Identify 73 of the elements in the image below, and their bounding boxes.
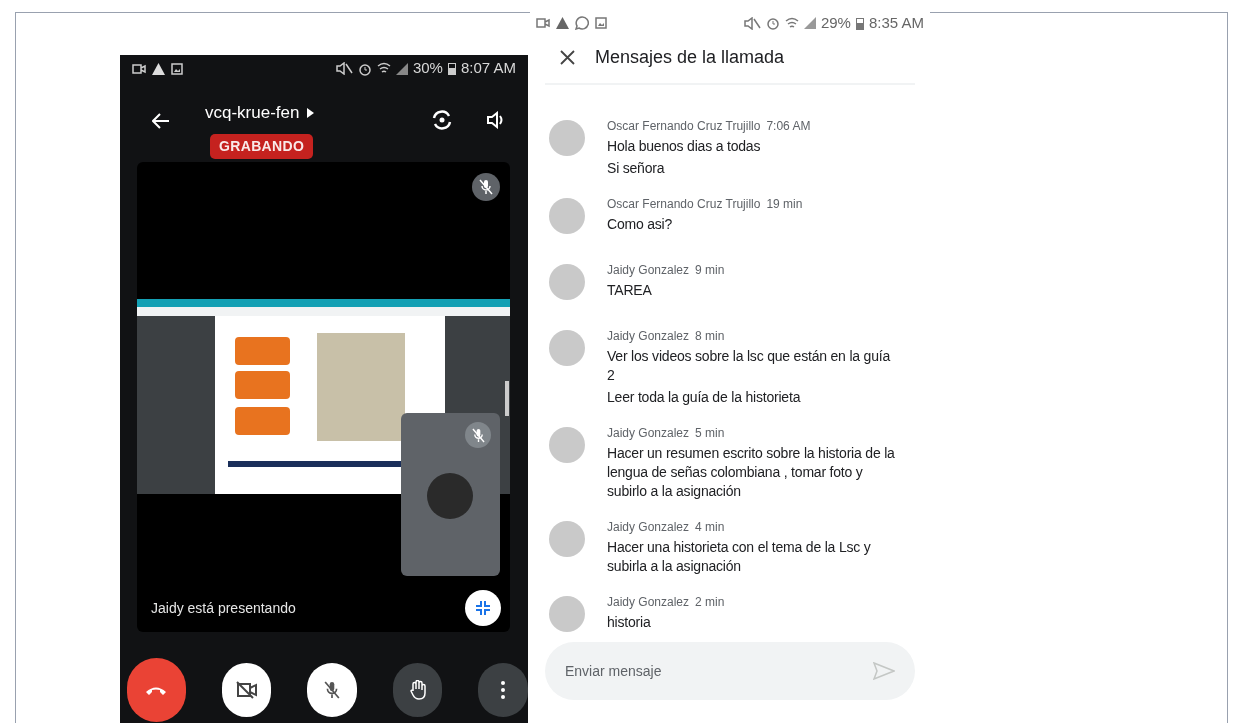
panel-title: Mensajes de la llamada bbox=[595, 46, 785, 70]
camera-off-button[interactable] bbox=[221, 663, 272, 717]
mute-icon bbox=[742, 16, 761, 30]
more-options-icon bbox=[501, 681, 506, 699]
message-input[interactable]: Enviar mensaje bbox=[545, 642, 915, 700]
battery-icon bbox=[447, 62, 456, 75]
sender-name: Jaidy Gonzalez bbox=[607, 519, 690, 535]
warning-icon bbox=[152, 62, 165, 75]
clock-time: 8:07 AM bbox=[460, 58, 516, 79]
signal-icon bbox=[803, 17, 816, 30]
mic-off-icon bbox=[465, 422, 491, 448]
avatar bbox=[549, 330, 585, 366]
avatar bbox=[549, 198, 585, 234]
sender-name: Jaidy Gonzalez bbox=[607, 425, 690, 441]
message-time: 19 min bbox=[766, 196, 803, 212]
switch-camera-button[interactable] bbox=[430, 108, 454, 132]
hand-icon bbox=[408, 680, 427, 700]
clock-time: 8:35 AM bbox=[868, 13, 924, 33]
presenter-caption: Jaidy está presentando bbox=[151, 599, 296, 618]
video-camera-icon bbox=[536, 18, 550, 29]
battery-icon bbox=[855, 16, 864, 30]
alarm-icon bbox=[765, 16, 780, 31]
message-text: Leer toda la guía de la historieta bbox=[607, 388, 802, 407]
message-text: historia bbox=[607, 613, 652, 632]
avatar bbox=[549, 521, 585, 557]
signal-icon bbox=[395, 62, 408, 75]
minimize-button[interactable] bbox=[465, 590, 501, 626]
sender-name: Jaidy Gonzalez bbox=[607, 328, 690, 344]
video-camera-icon bbox=[132, 63, 146, 74]
caret-icon bbox=[307, 107, 315, 118]
recording-badge: GRABANDO bbox=[210, 133, 314, 159]
phone-icon bbox=[145, 685, 168, 695]
picture-icon bbox=[171, 62, 183, 75]
mic-off-icon bbox=[324, 680, 341, 700]
avatar bbox=[549, 427, 585, 463]
chat-bubble-icon bbox=[575, 16, 589, 31]
avatar bbox=[549, 264, 585, 300]
wifi-icon bbox=[784, 16, 799, 30]
mic-off-icon bbox=[472, 173, 500, 201]
avatar bbox=[549, 120, 585, 156]
message-text: Hacer un resumen escrito sobre la historia de la lengua de señas colombiana , tomar foto y subirlo a la asignación bbox=[607, 444, 896, 501]
sender-name: Oscar Fernando Cruz Trujillo bbox=[607, 118, 761, 134]
message-text: Si señora bbox=[607, 159, 666, 178]
raise-hand-button[interactable] bbox=[392, 663, 443, 717]
mute-icon bbox=[334, 62, 353, 75]
battery-percentage: 30% bbox=[412, 58, 443, 79]
message-time: 5 min bbox=[695, 425, 725, 441]
message-time: 8 min bbox=[695, 328, 725, 344]
battery-percentage: 29% bbox=[820, 13, 851, 33]
mic-off-button[interactable] bbox=[307, 663, 357, 717]
sender-name: Jaidy Gonzalez bbox=[607, 594, 690, 610]
message-time: 7:06 AM bbox=[766, 118, 811, 134]
sender-name: Jaidy Gonzalez bbox=[607, 262, 690, 278]
message-time: 2 min bbox=[695, 594, 725, 610]
meeting-code-button[interactable]: vcq-krue-fen bbox=[205, 100, 315, 126]
avatar bbox=[427, 473, 473, 519]
message-text: Hacer una historieta con el tema de la Lsc y subirla a la asignación bbox=[607, 538, 872, 576]
warning-icon bbox=[556, 17, 569, 30]
close-button[interactable] bbox=[559, 49, 575, 66]
picture-icon bbox=[595, 17, 607, 30]
alarm-icon bbox=[357, 61, 372, 76]
message-text: Ver los videos sobre la lsc que están en la guía 2 bbox=[607, 347, 892, 385]
wifi-icon bbox=[376, 62, 391, 75]
camera-off-icon bbox=[235, 681, 258, 699]
message-text: TAREA bbox=[607, 281, 653, 300]
message-text: Como asi? bbox=[607, 215, 674, 234]
minimize-icon bbox=[475, 600, 491, 616]
message-text: Hola buenos dias a todas bbox=[607, 137, 762, 156]
sender-name: Oscar Fernando Cruz Trujillo bbox=[607, 196, 761, 212]
end-call-button[interactable] bbox=[127, 658, 186, 722]
avatar bbox=[549, 596, 585, 632]
message-time: 4 min bbox=[695, 519, 725, 535]
message-time: 9 min bbox=[695, 262, 725, 278]
